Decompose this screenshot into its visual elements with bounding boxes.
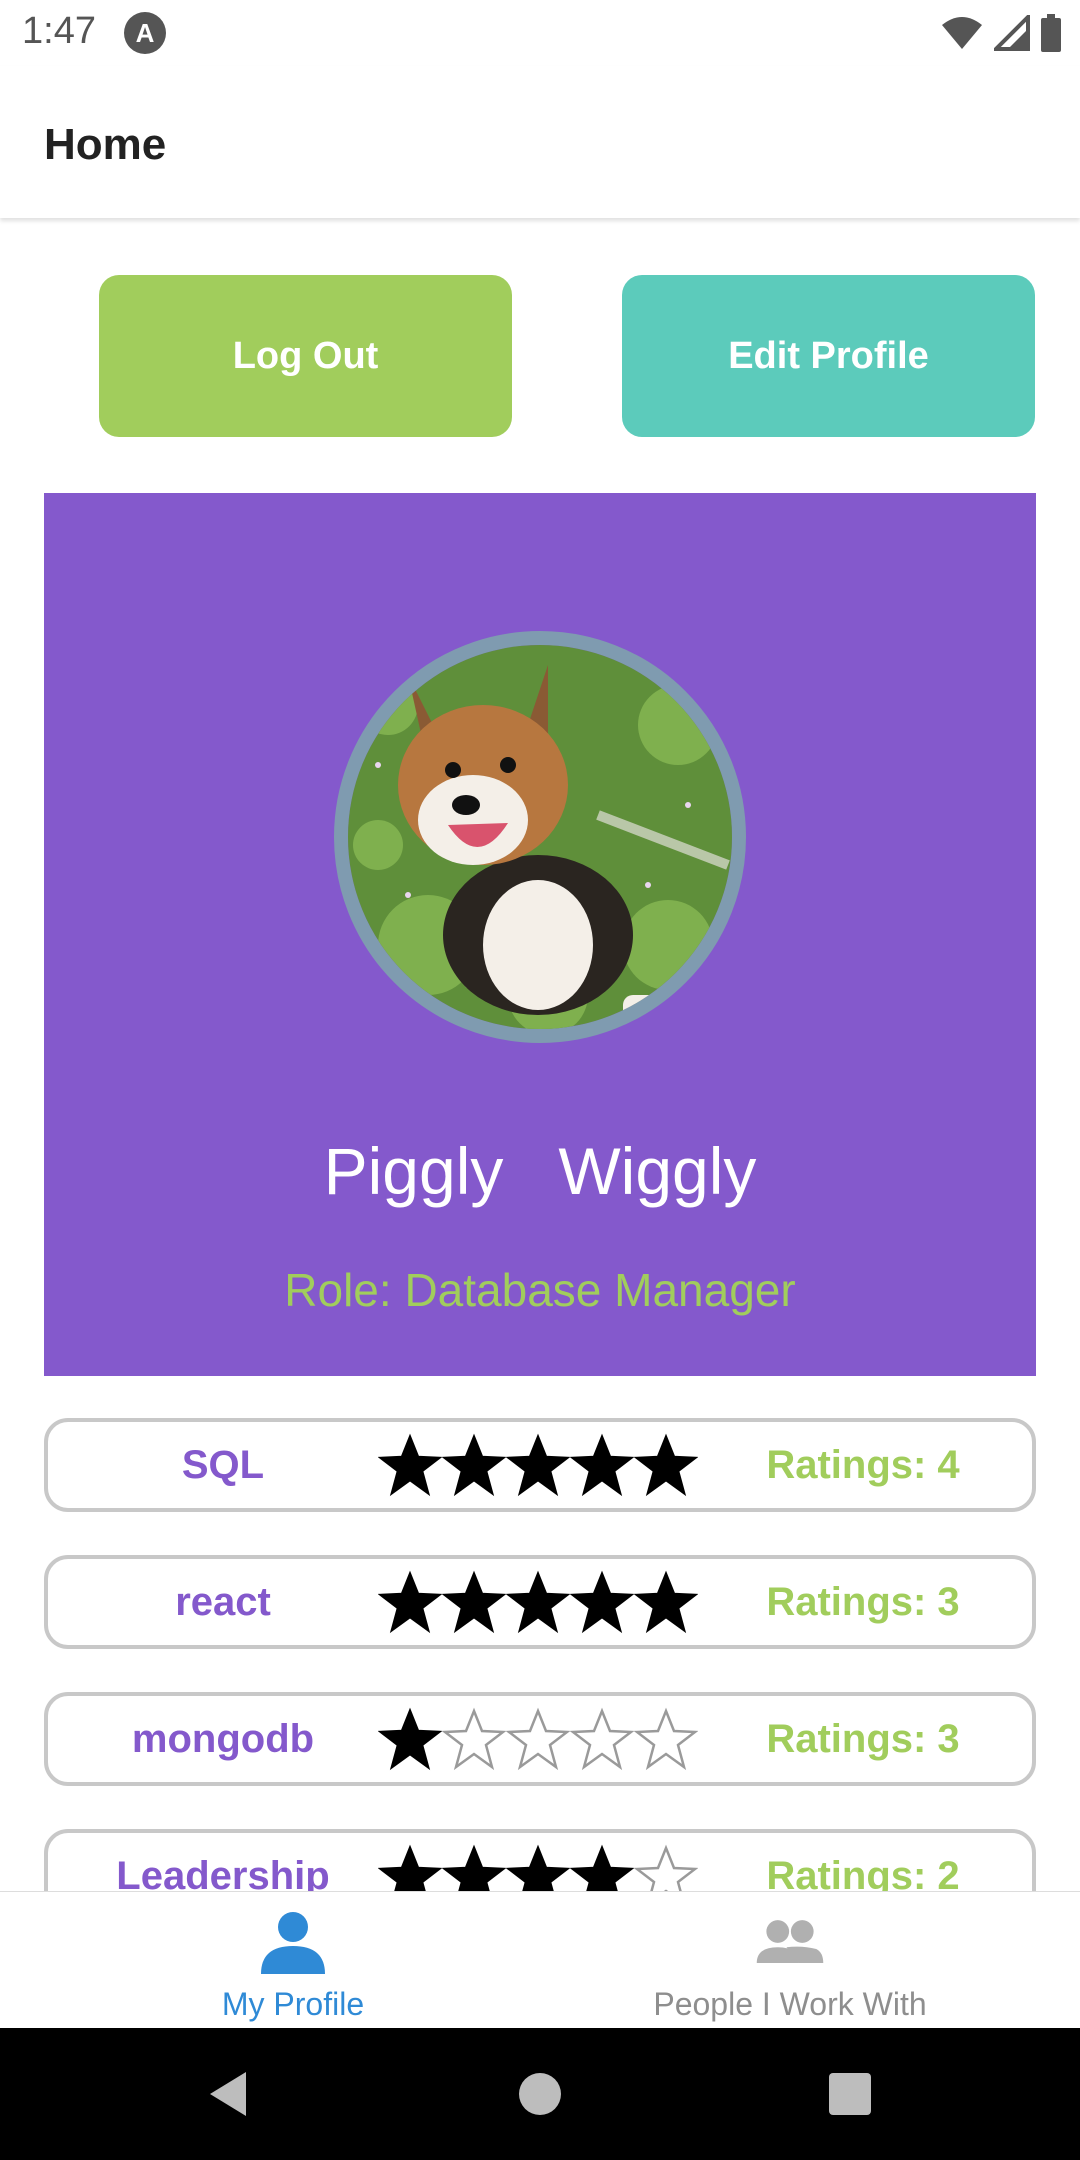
star-filled-icon	[442, 1433, 506, 1497]
battery-icon	[1041, 14, 1061, 52]
status-time: 1:47	[22, 10, 96, 52]
skill-row: Leadership Ratings: 2	[44, 1829, 1036, 1891]
skill-ratings-count: Ratings: 3	[766, 1717, 960, 1761]
cell-signal-icon	[994, 15, 1030, 51]
skills-list[interactable]: SQL Ratings: 4 react Ratings: 3 mongodb …	[0, 1376, 1080, 1891]
skill-ratings-count: Ratings: 3	[766, 1580, 960, 1624]
people-icon	[756, 1920, 824, 1963]
tab-my-profile[interactable]: My Profile	[150, 1892, 436, 2029]
status-bar: 1:47 A	[0, 0, 1080, 66]
star-filled-icon	[442, 1844, 506, 1891]
skill-ratings-count: Ratings: 2	[766, 1854, 960, 1891]
star-filled-icon	[634, 1570, 698, 1634]
star-empty-icon	[570, 1707, 634, 1771]
star-rating	[378, 1706, 698, 1772]
star-filled-icon	[442, 1570, 506, 1634]
bottom-tab-bar: My Profile People I Work With	[0, 1891, 1080, 2029]
page-title: Home	[44, 120, 167, 169]
star-filled-icon	[506, 1570, 570, 1634]
star-filled-icon	[378, 1707, 442, 1771]
logout-button[interactable]: Log Out	[99, 275, 512, 437]
star-rating	[378, 1569, 698, 1635]
skill-name: Leadership	[116, 1854, 330, 1891]
star-empty-icon	[634, 1844, 698, 1891]
profile-role: Role: Database Manager	[284, 1264, 796, 1316]
star-filled-icon	[506, 1433, 570, 1497]
star-filled-icon	[634, 1433, 698, 1497]
skill-name: SQL	[181, 1443, 265, 1487]
star-filled-icon	[570, 1570, 634, 1634]
star-empty-icon	[634, 1707, 698, 1771]
star-rating	[378, 1843, 698, 1891]
person-icon	[261, 1912, 325, 1974]
star-rating	[378, 1432, 698, 1498]
wifi-icon	[942, 17, 982, 49]
star-filled-icon	[378, 1844, 442, 1891]
tab-label: My Profile	[221, 1986, 365, 2022]
skill-name: react	[175, 1580, 271, 1624]
avatar	[334, 631, 746, 1043]
skill-name: mongodb	[131, 1717, 315, 1761]
home-icon[interactable]	[510, 2064, 570, 2124]
star-filled-icon	[570, 1844, 634, 1891]
edit-profile-button[interactable]: Edit Profile	[622, 275, 1035, 437]
status-icons	[940, 12, 1062, 54]
system-nav-bar	[0, 2028, 1080, 2160]
recents-icon[interactable]	[820, 2064, 880, 2124]
app-notification-icon: A	[124, 12, 166, 54]
star-empty-icon	[506, 1707, 570, 1771]
profile-card: Piggly Wiggly Role: Database Manager	[44, 493, 1036, 1376]
skill-row: mongodb Ratings: 3	[44, 1692, 1036, 1786]
back-icon[interactable]	[200, 2064, 260, 2124]
star-filled-icon	[506, 1844, 570, 1891]
profile-name: Piggly Wiggly	[323, 1134, 757, 1208]
corgi-photo	[348, 645, 732, 1029]
star-filled-icon	[378, 1570, 442, 1634]
tab-people-i-work-with[interactable]: People I Work With	[620, 1892, 960, 2029]
star-filled-icon	[570, 1433, 634, 1497]
app-bar: Home	[0, 66, 1080, 218]
skill-row: react Ratings: 3	[44, 1555, 1036, 1649]
skill-row: SQL Ratings: 4	[44, 1418, 1036, 1512]
tab-label: People I Work With	[653, 1986, 927, 2022]
star-filled-icon	[378, 1433, 442, 1497]
star-empty-icon	[442, 1707, 506, 1771]
skill-ratings-count: Ratings: 4	[766, 1443, 960, 1487]
